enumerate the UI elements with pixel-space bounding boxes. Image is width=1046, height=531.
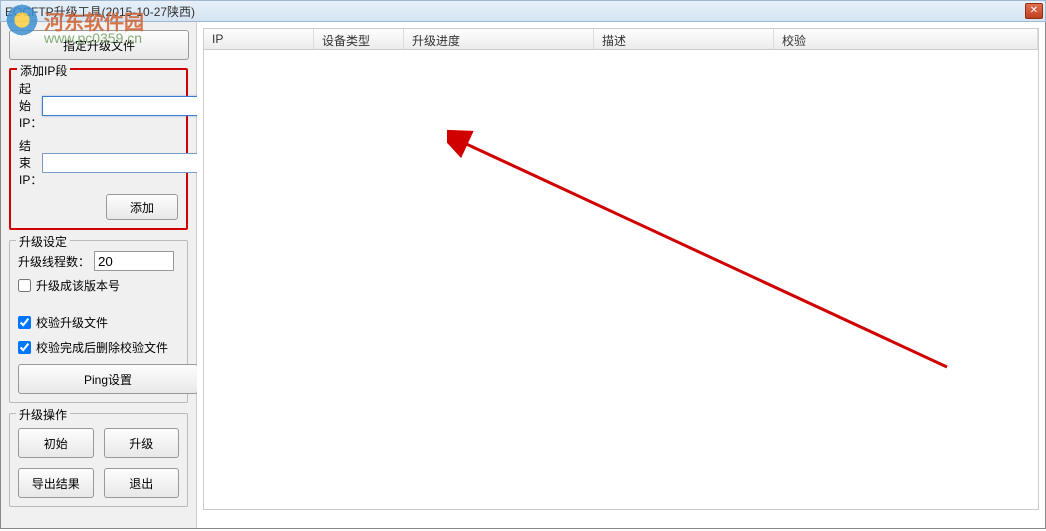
table-body[interactable] [203,50,1039,510]
column-header-description[interactable]: 描述 [594,29,774,49]
ping-settings-button[interactable]: Ping设置 [18,364,198,394]
verify-file-label: 校验升级文件 [36,314,108,331]
close-button[interactable]: ✕ [1025,3,1043,19]
specify-upgrade-file-button[interactable]: 指定升级文件 [9,30,189,60]
exit-button[interactable]: 退出 [104,468,180,498]
end-ip-row: 结束IP： [19,137,178,188]
column-header-ip[interactable]: IP [204,29,314,49]
add-ip-section-group: 添加IP段 起始IP： 结束IP： 添加 [9,68,188,230]
end-ip-input[interactable] [42,153,205,173]
close-icon: ✕ [1030,5,1038,16]
content-area: IP 设备类型 升级进度 描述 校验 [197,22,1045,528]
export-result-button[interactable]: 导出结果 [18,468,94,498]
upgrade-version-checkbox-row: 升级成该版本号 [18,277,179,294]
sidebar: 指定升级文件 添加IP段 起始IP： 结束IP： 添加 升级设定 升级线程数： [1,22,197,528]
upgrade-settings-group: 升级设定 升级线程数： 升级成该版本号 校验升级文件 校验完成后删除校验文件 P… [9,240,188,403]
column-header-verify[interactable]: 校验 [774,29,1038,49]
threads-spinner[interactable] [94,251,174,271]
upgrade-version-checkbox[interactable] [18,279,31,292]
window-title: EOCFTP升级工具(2015-10-27陕西) [5,3,195,20]
upgrade-button[interactable]: 升级 [104,428,180,458]
delete-verify-label: 校验完成后删除校验文件 [36,339,168,356]
threads-label: 升级线程数： [18,253,90,270]
start-ip-input[interactable] [42,96,205,116]
column-header-device-type[interactable]: 设备类型 [314,29,404,49]
delete-verify-checkbox[interactable] [18,341,31,354]
end-ip-label: 结束IP： [19,137,42,188]
column-header-progress[interactable]: 升级进度 [404,29,594,49]
add-ip-section-title: 添加IP段 [17,62,70,79]
start-ip-row: 起始IP： [19,80,178,131]
start-ip-label: 起始IP： [19,80,42,131]
upgrade-operations-group: 升级操作 初始 升级 导出结果 退出 [9,413,188,507]
upgrade-version-label: 升级成该版本号 [36,277,120,294]
upgrade-operations-title: 升级操作 [16,406,70,423]
verify-file-checkbox-row: 校验升级文件 [18,314,179,331]
add-ip-button[interactable]: 添加 [106,194,178,220]
delete-verify-checkbox-row: 校验完成后删除校验文件 [18,339,179,356]
window-titlebar: EOCFTP升级工具(2015-10-27陕西) ✕ [0,0,1046,22]
init-button[interactable]: 初始 [18,428,94,458]
table-header: IP 设备类型 升级进度 描述 校验 [203,28,1039,50]
threads-row: 升级线程数： [18,251,179,271]
upgrade-settings-title: 升级设定 [16,233,70,250]
verify-file-checkbox[interactable] [18,316,31,329]
main-area: 指定升级文件 添加IP段 起始IP： 结束IP： 添加 升级设定 升级线程数： [0,22,1046,529]
